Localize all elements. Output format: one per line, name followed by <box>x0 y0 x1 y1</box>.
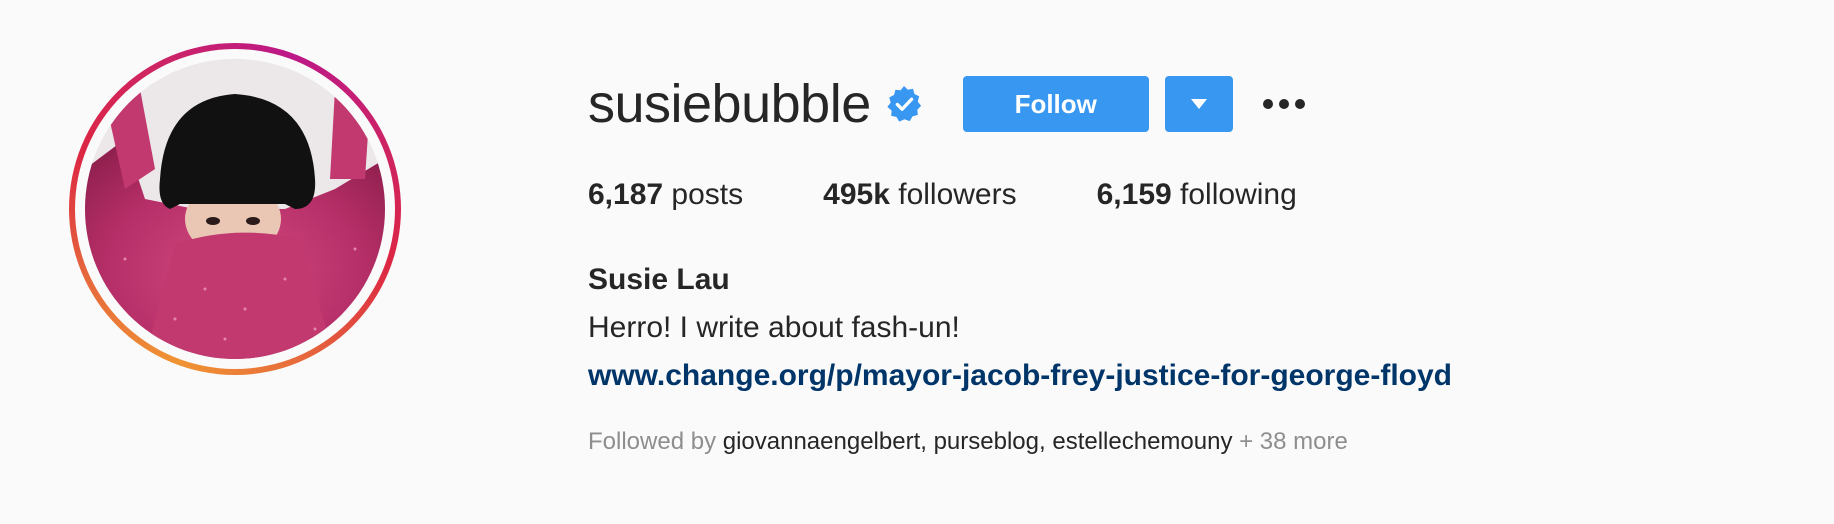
stat-count: 495k <box>823 178 890 211</box>
profile-header: susiebubble Follow <box>588 66 1309 142</box>
suggested-dropdown-button[interactable] <box>1164 76 1233 132</box>
stat-posts: 6,187 posts <box>588 178 743 212</box>
verified-badge-icon <box>885 85 923 123</box>
stat-label: following <box>1180 178 1297 211</box>
stat-following[interactable]: 6,159 following <box>1097 178 1297 212</box>
stat-count: 6,187 <box>588 178 664 211</box>
caret-down-icon <box>1190 99 1207 109</box>
profile-stats: 6,187 posts 495k followers 6,159 followi… <box>588 178 1377 212</box>
mutual-follower-link[interactable]: estellechemouny <box>1052 428 1232 455</box>
more-options-button[interactable] <box>1259 76 1309 132</box>
username: susiebubble <box>588 74 871 134</box>
bio-text: Herro! I write about fash-un! <box>588 311 960 344</box>
profile-page: susiebubble Follow 6,187 posts 495k foll… <box>0 0 1834 524</box>
follow-button[interactable]: Follow <box>962 76 1149 132</box>
followed-by: Followed by giovannaengelbert, purseblog… <box>588 428 1348 455</box>
followed-by-prefix: Followed by <box>588 428 717 455</box>
full-name: Susie Lau <box>588 263 730 296</box>
more-options-icon <box>1262 99 1305 109</box>
story-ring[interactable] <box>69 43 401 375</box>
more-followers-link[interactable]: + 38 more <box>1239 428 1348 455</box>
stat-label: followers <box>898 178 1017 211</box>
mutual-follower-link[interactable]: giovannaengelbert <box>723 428 921 455</box>
stat-followers[interactable]: 495k followers <box>823 178 1016 212</box>
avatar-image <box>85 59 385 359</box>
bio-link[interactable]: www.change.org/p/mayor-jacob-frey-justic… <box>588 359 1452 393</box>
stat-label: posts <box>671 178 744 211</box>
mutual-follower-link[interactable]: purseblog <box>934 428 1039 455</box>
stat-count: 6,159 <box>1096 178 1172 211</box>
avatar[interactable] <box>85 59 385 359</box>
